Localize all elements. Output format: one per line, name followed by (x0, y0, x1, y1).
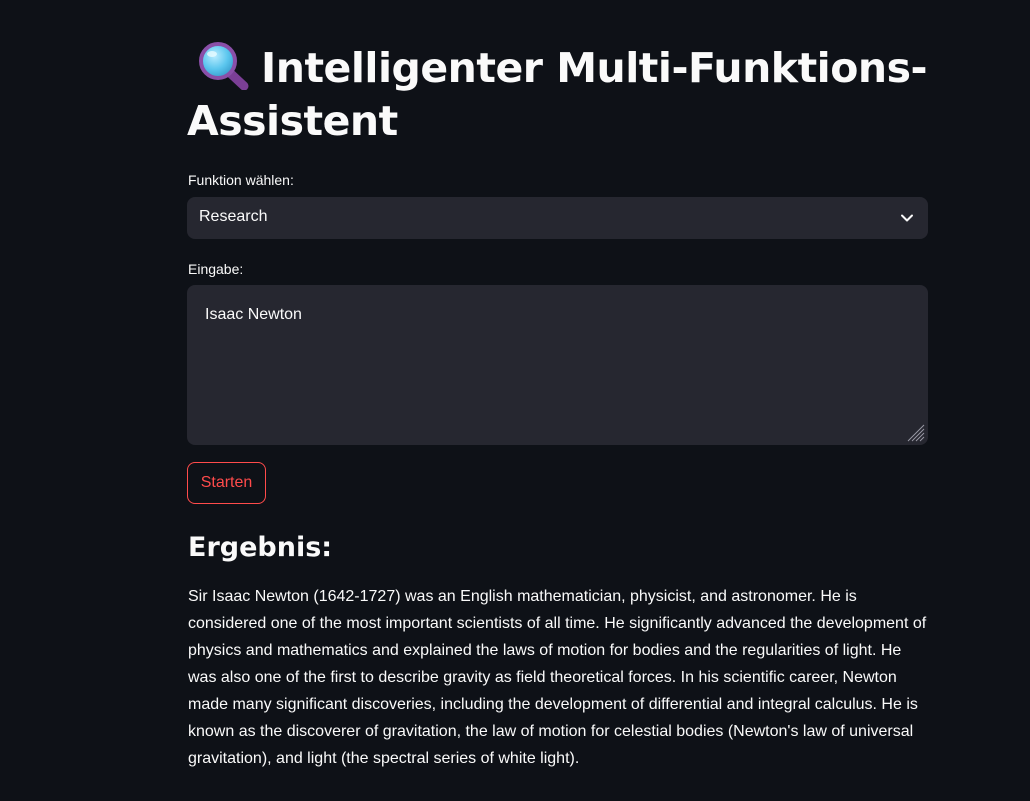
function-select[interactable]: Research (187, 197, 928, 239)
input-textarea[interactable]: Isaac Newton (187, 285, 928, 445)
function-select-label: Funktion wählen: (188, 172, 294, 188)
result-heading: Ergebnis: (188, 532, 333, 563)
magnifying-glass-icon (195, 40, 253, 91)
resize-handle-icon[interactable] (904, 421, 926, 443)
input-label: Eingabe: (188, 261, 244, 277)
input-textarea-value: Isaac Newton (205, 306, 302, 323)
page-title-container: Intelligenter Multi-Funktions-Assistent (187, 40, 928, 148)
page-title: Intelligenter Multi-Funktions-Assistent (187, 44, 928, 145)
function-select-value: Research (199, 208, 268, 225)
result-text: Sir Isaac Newton (1642-1727) was an Engl… (188, 588, 927, 767)
start-button[interactable]: Starten (187, 462, 266, 504)
chevron-down-icon[interactable] (900, 211, 914, 225)
